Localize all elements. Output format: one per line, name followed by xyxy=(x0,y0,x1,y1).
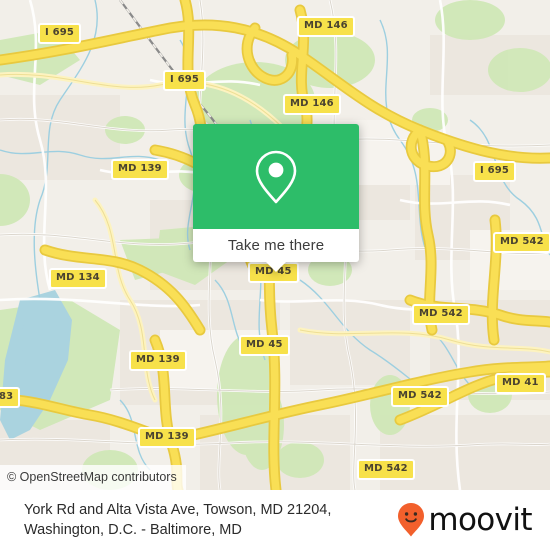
location-popup-card[interactable]: Take me there xyxy=(193,124,359,272)
road-shield: 83 xyxy=(0,387,21,408)
road-shield: MD 146 xyxy=(297,16,355,37)
road-shield: MD 139 xyxy=(111,159,169,180)
road-shield: MD 134 xyxy=(49,268,107,289)
caption-line-2: Washington, D.C. - Baltimore, MD xyxy=(24,522,242,538)
caption-line-1: York Rd and Alta Vista Ave, Towson, MD 2… xyxy=(24,502,332,518)
road-shield: MD 45 xyxy=(239,335,290,356)
map-pin-icon xyxy=(255,150,297,203)
road-shield: MD 41 xyxy=(495,373,546,394)
road-shield: MD 139 xyxy=(129,350,187,371)
osm-attribution[interactable]: © OpenStreetMap contributors xyxy=(0,464,186,490)
location-caption: York Rd and Alta Vista Ave, Towson, MD 2… xyxy=(24,500,331,540)
road-shield: MD 146 xyxy=(283,94,341,115)
road-shield: MD 139 xyxy=(138,427,196,448)
road-shield: MD 542 xyxy=(391,386,449,407)
popup-header xyxy=(193,124,359,229)
take-me-there-label: Take me there xyxy=(227,237,325,254)
popup-pointer-triangle xyxy=(266,262,286,272)
road-shield: I 695 xyxy=(38,23,82,44)
footer-bar: York Rd and Alta Vista Ave, Towson, MD 2… xyxy=(0,490,550,550)
take-me-there-button[interactable]: Take me there xyxy=(193,229,359,262)
moovit-logo[interactable]: moovit xyxy=(397,502,538,538)
moovit-wordmark: moovit xyxy=(428,501,532,538)
moovit-map-screenshot: I 695 MD 146 I 695 MD 146 MD 139 I 695 M… xyxy=(0,0,550,550)
road-shield: MD 542 xyxy=(412,304,470,325)
road-shield: MD 542 xyxy=(493,232,550,253)
moovit-smiley-pin-icon xyxy=(398,503,425,537)
road-shield: I 695 xyxy=(163,70,207,91)
map-canvas[interactable]: I 695 MD 146 I 695 MD 146 MD 139 I 695 M… xyxy=(0,0,550,490)
road-shield: I 695 xyxy=(473,161,517,182)
road-shield: MD 542 xyxy=(357,459,415,480)
